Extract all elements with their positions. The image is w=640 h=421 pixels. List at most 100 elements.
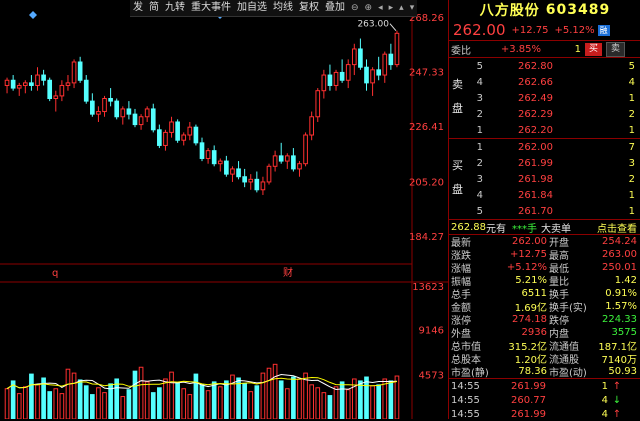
- zoom-out-icon[interactable]: ⊖: [348, 0, 362, 16]
- arrow-right-icon[interactable]: ▸: [386, 0, 397, 16]
- sell-button[interactable]: 卖: [606, 41, 626, 57]
- candle-body: [126, 108, 132, 115]
- bid-level: 3: [476, 173, 483, 185]
- toolbar-item-add-watch[interactable]: 加自选: [234, 0, 270, 16]
- candle-body: [388, 53, 394, 66]
- bid-level: 2: [476, 157, 483, 169]
- toolbar-item-events[interactable]: 重大事件: [188, 0, 234, 16]
- ask-price: 262.29: [518, 108, 553, 120]
- view-details-link[interactable]: 点击查看: [597, 220, 640, 235]
- candle-body: [309, 116, 314, 136]
- ask-volume: 1: [628, 92, 635, 104]
- stat-label: 市盈(动): [549, 368, 587, 379]
- big-order-price: 262.88: [451, 221, 486, 233]
- ask-volume: 4: [628, 76, 635, 88]
- candle-body: [90, 100, 95, 115]
- tick-list: 14:55 261.99 1 ↑ 14:55 260.77 4 ↓ 14:55 261.99 4 ↑: [449, 378, 640, 421]
- volume-bar: [382, 378, 388, 419]
- arrow-up-icon[interactable]: ▴: [396, 0, 407, 16]
- volume-bar: [230, 374, 235, 419]
- stock-code: 603489: [545, 2, 611, 18]
- stat-value: 3575: [611, 327, 637, 338]
- tick-direction-icon: ↑: [612, 380, 622, 392]
- ask-row[interactable]: 5 262.80 5: [449, 58, 640, 74]
- bid-level: 4: [476, 189, 483, 201]
- buy-button[interactable]: 买: [585, 42, 603, 56]
- candle-body: [175, 121, 180, 141]
- chart-grid: [0, 0, 448, 419]
- volume-bar: [211, 381, 217, 419]
- ask-row[interactable]: 2 262.29 2: [449, 106, 640, 122]
- volume-bar: [29, 373, 34, 419]
- ask-row[interactable]: 3 262.49 1: [449, 90, 640, 106]
- bid-price: 261.98: [518, 173, 553, 185]
- volume-bar: [114, 378, 120, 419]
- candle-body: [29, 82, 34, 86]
- candle-body: [351, 48, 357, 66]
- candle-body: [224, 160, 229, 175]
- toolbar-item-ma[interactable]: 均线: [270, 0, 296, 16]
- ask-level: 3: [476, 92, 483, 104]
- price-change-pct: +5.12%: [554, 24, 595, 36]
- ask-price: 262.80: [518, 60, 553, 72]
- bid-volume: 1: [628, 189, 635, 201]
- ask-level: 2: [476, 108, 483, 120]
- tick-direction-icon: ↓: [612, 394, 622, 406]
- bid-row[interactable]: 2 261.99 3: [449, 155, 640, 171]
- volume-bar: [278, 380, 284, 419]
- price-tick-label: 226.41: [409, 122, 444, 133]
- candle-body: [144, 108, 150, 118]
- toolbar-item-restore[interactable]: 复权: [296, 0, 322, 16]
- candle-body: [132, 113, 138, 126]
- bid-price: 261.70: [518, 205, 553, 217]
- order-ratio-row: 委比 +3.85% 1 买 卖: [449, 40, 640, 58]
- volume-bar: [260, 372, 266, 419]
- volume-bar: [199, 384, 205, 419]
- volume-bar: [309, 384, 314, 419]
- volume-bar: [266, 367, 272, 419]
- bid-row[interactable]: 4 261.84 1: [449, 187, 640, 203]
- candle-body: [65, 82, 71, 86]
- volume-bar: [4, 388, 10, 419]
- arrow-left-icon[interactable]: ◂: [375, 0, 386, 16]
- price-change: +12.75: [511, 24, 549, 36]
- volume-bar: [376, 384, 382, 419]
- last-price: 262.00: [453, 21, 506, 39]
- high-price-annotation: 263.00: [357, 20, 389, 30]
- kline-chart[interactable]: 184.27205.20226.41247.33268.264573914613…: [0, 0, 448, 419]
- bid-row[interactable]: 1 262.00 7: [449, 139, 640, 155]
- stat-value: 1.42: [614, 275, 637, 286]
- bid-row[interactable]: 5 261.70 1: [449, 203, 640, 219]
- volume-bar: [150, 392, 156, 419]
- zoom-in-icon[interactable]: ⊕: [362, 0, 376, 16]
- volume-bar: [138, 366, 144, 419]
- bid-row[interactable]: 3 261.98 2: [449, 171, 640, 187]
- candle-body: [169, 121, 174, 133]
- toolbar-item-jian[interactable]: 简: [146, 0, 162, 16]
- candle-body: [83, 79, 89, 102]
- volume-bar: [16, 393, 22, 419]
- ask-row[interactable]: 4 262.66 4: [449, 74, 640, 90]
- toolbar-item-fa[interactable]: 发: [130, 0, 146, 16]
- arrow-down-icon[interactable]: ▾: [407, 0, 418, 16]
- stat-value: 5.21%: [515, 275, 547, 286]
- ask-price: 262.66: [518, 76, 553, 88]
- ask-row[interactable]: 1 262.20 1: [449, 122, 640, 138]
- volume-bar: [205, 390, 211, 419]
- volume-bar: [22, 386, 28, 419]
- toolbar-item-jiuzhuan[interactable]: 九转: [162, 0, 188, 16]
- toolbar-item-overlay[interactable]: 叠加: [322, 0, 348, 16]
- ask-book: 卖 盘 5 262.80 5 4 262.66 4 3 262.49 1 2 262.29 2 …: [449, 58, 640, 138]
- ask-volume: 1: [628, 124, 635, 136]
- candle-body: [339, 71, 345, 81]
- event-marker: 财: [283, 266, 293, 279]
- volume-bar: [96, 387, 101, 419]
- big-order-unit: 元有: [486, 223, 506, 235]
- margin-badge: 融: [597, 24, 610, 36]
- volume-bar: [321, 392, 327, 419]
- bid-volume: 7: [628, 141, 635, 153]
- bid-book: 买 盘 1 262.00 7 2 261.99 3 3 261.98 2 4 261.84 1 …: [449, 138, 640, 219]
- candle-body: [138, 116, 144, 126]
- bid-level: 1: [476, 141, 483, 153]
- stat-value: 1.69亿: [514, 303, 547, 314]
